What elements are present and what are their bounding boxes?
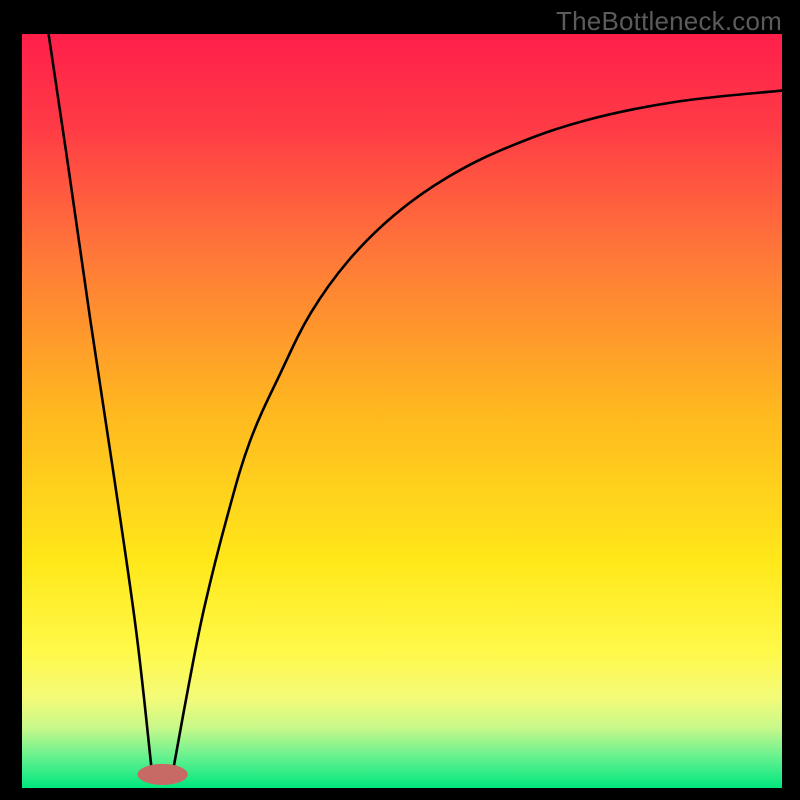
plot-svg	[22, 34, 782, 788]
gradient-background	[22, 34, 782, 788]
plot-area	[22, 34, 782, 788]
minimum-marker	[138, 764, 188, 785]
watermark-label: TheBottleneck.com	[556, 6, 782, 37]
chart-frame: TheBottleneck.com	[0, 0, 800, 800]
